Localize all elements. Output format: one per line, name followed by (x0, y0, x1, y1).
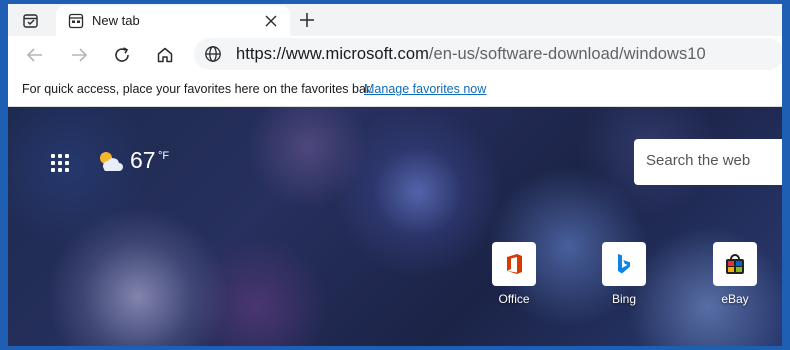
quick-link-label: eBay (721, 292, 749, 306)
web-search-box[interactable] (634, 139, 782, 185)
tab-actions-icon (23, 14, 38, 28)
quick-link-tile[interactable] (713, 242, 757, 286)
app-launcher-button[interactable] (48, 151, 72, 175)
search-input[interactable] (646, 152, 782, 169)
quick-link-bing[interactable]: Bing (594, 242, 654, 306)
tab-strip: New tab (8, 4, 782, 36)
quick-link-label: Office (498, 292, 530, 306)
tab-new-tab[interactable]: New tab (56, 6, 290, 36)
app-launcher-dot (51, 168, 55, 172)
app-launcher-dot (65, 161, 69, 165)
refresh-icon (115, 47, 129, 62)
bing-icon (618, 254, 630, 274)
quick-link-tile[interactable] (602, 242, 646, 286)
quick-link-label: Bing (611, 292, 637, 306)
new-tab-page-icon (68, 13, 84, 29)
back-arrow-icon (26, 48, 42, 62)
refresh-button[interactable] (109, 42, 135, 68)
weather-unit: °F (158, 150, 170, 162)
toolbar: https://www.microsoft.com/en-us/software… (8, 36, 782, 72)
app-launcher-dot (51, 154, 55, 158)
address-path: /en-us/software-download/windows10 (428, 45, 706, 63)
new-tab-page: 67 °F Office Bing (8, 107, 782, 346)
address-bar[interactable]: https://www.microsoft.com/en-us/software… (194, 38, 782, 70)
new-tab-button[interactable] (296, 9, 318, 31)
forward-button[interactable] (66, 42, 92, 68)
tab-title: New tab (92, 13, 140, 28)
plus-icon (300, 13, 314, 27)
favorites-bar: For quick access, place your favorites h… (8, 72, 782, 107)
quick-link-ebay[interactable]: eBay (705, 242, 765, 306)
back-button[interactable] (22, 42, 48, 68)
app-launcher-dot (51, 161, 55, 165)
forward-arrow-icon (72, 48, 88, 62)
app-launcher-dot (65, 168, 69, 172)
app-launcher-dot (58, 161, 62, 165)
office-icon (507, 254, 522, 274)
home-icon (157, 47, 173, 63)
favorites-bar-message: For quick access, place your favorites h… (22, 82, 373, 96)
tab-close-button[interactable] (262, 12, 280, 30)
weather-temperature: 67 (130, 147, 156, 173)
globe-icon[interactable] (204, 45, 222, 63)
manage-favorites-link[interactable]: Manage favorites now (364, 82, 486, 96)
app-launcher-dot (58, 154, 62, 158)
quick-link-tile[interactable] (492, 242, 536, 286)
partly-cloudy-icon (100, 152, 123, 171)
ebay-icon (726, 254, 744, 274)
browser-window: New tab https://www.microsoft.com/en-us/… (8, 4, 782, 346)
quick-link-office[interactable]: Office (484, 242, 544, 306)
app-launcher-dot (58, 168, 62, 172)
tab-actions-button[interactable] (18, 10, 44, 32)
home-button[interactable] (152, 42, 178, 68)
app-launcher-dot (65, 154, 69, 158)
address-domain: https://www.microsoft.com (236, 45, 429, 63)
close-icon (265, 15, 277, 27)
address-url[interactable]: https://www.microsoft.com/en-us/software… (236, 45, 706, 64)
